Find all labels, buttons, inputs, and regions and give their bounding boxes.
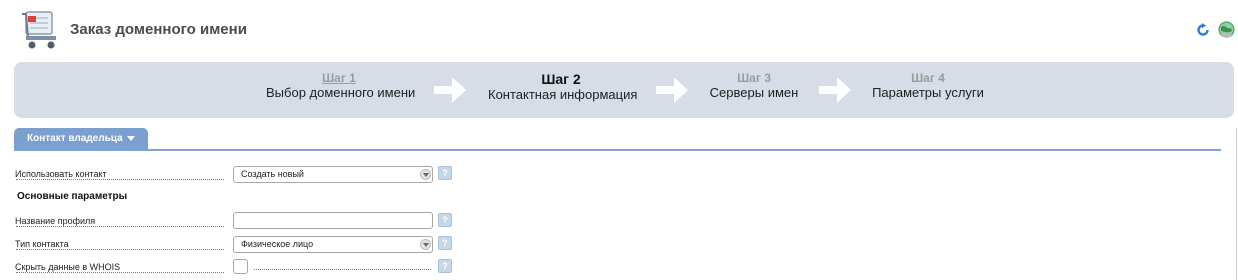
dotted-leader	[16, 249, 224, 250]
step-1[interactable]: Шаг 1 Выбор доменного имени	[266, 71, 416, 101]
wizard-steps: Шаг 1 Выбор доменного имени Шаг 2 Контак…	[14, 62, 1234, 118]
step-4-number: Шаг 4	[911, 71, 945, 85]
page-title: Заказ доменного имени	[70, 21, 247, 38]
step-3: Шаг 3 Серверы имен	[708, 71, 800, 101]
step-2-number: Шаг 2	[541, 71, 581, 87]
contact-type-select[interactable]: Физическое лицо	[233, 236, 433, 253]
hide-whois-label: Скрыть данные в WHOIS	[15, 262, 123, 272]
dropdown-arrow-icon	[420, 239, 431, 250]
profile-name-input[interactable]	[233, 212, 433, 229]
dotted-leader	[16, 179, 224, 180]
arrow-right-icon	[656, 77, 688, 103]
hide-whois-checkbox[interactable]	[233, 259, 248, 274]
dotted-leader	[16, 272, 224, 273]
contact-type-label: Тип контакта	[15, 239, 71, 249]
step-4: Шаг 4 Параметры услуги	[870, 71, 986, 101]
step-1-label: Выбор доменного имени	[266, 85, 416, 100]
tab-owner-contact[interactable]: Контакт владельца	[14, 128, 148, 149]
arrow-right-icon	[819, 77, 851, 103]
chevron-down-icon	[127, 136, 135, 141]
dropdown-arrow-icon	[420, 169, 431, 180]
step-3-label: Серверы имен	[709, 85, 799, 100]
step-2-label: Контактная информация	[488, 87, 638, 102]
dotted-leader	[254, 269, 431, 270]
step-4-label: Параметры услуги	[872, 85, 984, 100]
help-icon[interactable]: ?	[438, 236, 452, 250]
help-icon[interactable]: ?	[438, 259, 452, 273]
step-1-number[interactable]: Шаг 1	[266, 71, 412, 85]
step-2: Шаг 2 Контактная информация	[488, 71, 638, 103]
tab-owner-contact-label: Контакт владельца	[27, 133, 123, 144]
use-contact-select[interactable]: Создать новый	[233, 166, 433, 183]
page-header: Заказ доменного имени	[0, 0, 1238, 60]
contact-type-value: Физическое лицо	[241, 239, 314, 249]
profile-name-label: Название профиля	[15, 216, 98, 226]
help-icon[interactable]: ?	[438, 166, 452, 180]
globe-icon[interactable]	[1218, 21, 1235, 38]
panel-border	[1236, 128, 1237, 280]
dotted-leader	[16, 226, 224, 227]
arrow-right-icon	[434, 77, 466, 103]
use-contact-label: Использовать контакт	[15, 169, 109, 179]
refresh-icon[interactable]	[1196, 23, 1210, 37]
shopping-cart-icon	[22, 11, 56, 49]
section-title: Основные параметры	[17, 191, 128, 202]
tab-divider	[14, 149, 1221, 151]
help-icon[interactable]: ?	[438, 213, 452, 227]
use-contact-value: Создать новый	[241, 169, 304, 179]
step-3-number: Шаг 3	[737, 71, 771, 85]
